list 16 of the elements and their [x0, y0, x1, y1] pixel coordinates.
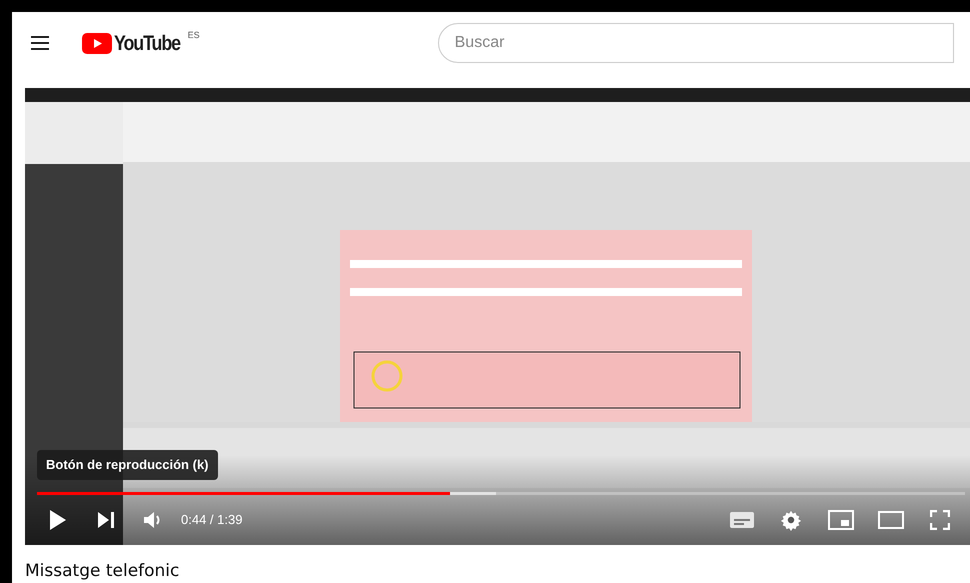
logo-icon[interactable] — [82, 32, 112, 54]
search-field[interactable]: Buscar — [438, 23, 954, 63]
settings-icon[interactable] — [780, 509, 802, 531]
menu-icon[interactable] — [30, 35, 50, 51]
video-title: Missatge telefonic — [25, 561, 180, 581]
fullscreen-icon[interactable] — [930, 510, 950, 530]
play-icon[interactable] — [49, 509, 67, 531]
progress-bar[interactable] — [37, 492, 965, 495]
tooltip: Botón de reproducción (k) — [37, 450, 218, 480]
country-code: ES — [188, 28, 200, 42]
theater-icon[interactable] — [878, 511, 904, 529]
logo-text: YouTube — [114, 32, 180, 54]
subtitles-icon[interactable] — [730, 512, 754, 528]
time-display: 0:44 / 1:39 — [181, 511, 242, 530]
next-icon[interactable] — [97, 511, 115, 529]
miniplayer-icon[interactable] — [828, 510, 854, 530]
